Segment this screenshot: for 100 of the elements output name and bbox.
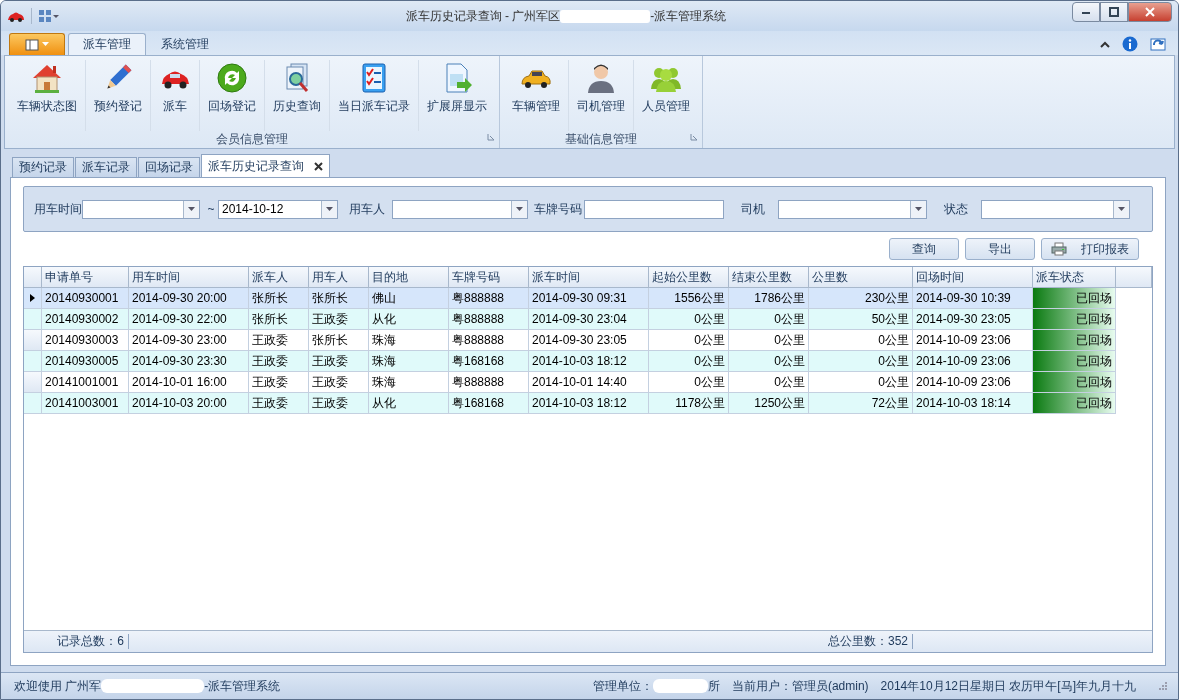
table-cell: 王政委	[249, 351, 309, 372]
column-header[interactable]: 目的地	[369, 267, 449, 288]
ribbon-tab[interactable]: 系统管理	[146, 33, 224, 55]
book-icon	[25, 38, 39, 51]
column-header[interactable]: 公里数	[809, 267, 913, 288]
combo-box[interactable]: 2014-10-12	[218, 199, 338, 219]
table-cell: 粤888888	[449, 309, 529, 330]
table-cell: 2014-09-30 10:39	[913, 288, 1033, 309]
ribbon-button[interactable]: 回场登记	[200, 60, 265, 131]
status-text: 2014年10月12日星期日 农历甲午[马]年九月十九	[880, 677, 1136, 695]
range-separator: ~	[206, 202, 216, 216]
ribbon-tab[interactable]: 派车管理	[68, 33, 146, 55]
close-icon	[1145, 7, 1155, 17]
column-header[interactable]: 用车人	[309, 267, 369, 288]
person-icon	[585, 62, 617, 94]
field-label: 状态	[943, 200, 969, 218]
dialog-launcher-icon[interactable]	[690, 133, 698, 141]
header-filler	[1116, 267, 1152, 288]
column-header[interactable]: 用车时间	[129, 267, 249, 288]
column-header[interactable]: 派车状态	[1033, 267, 1116, 288]
ribbon-button[interactable]: 扩展屏显示	[419, 60, 495, 131]
ribbon-button[interactable]: 预约登记	[86, 60, 151, 131]
house-icon	[31, 62, 63, 94]
column-header[interactable]: 结束公里数	[729, 267, 809, 288]
text-field[interactable]	[584, 199, 724, 219]
maximize-button[interactable]	[1100, 2, 1128, 22]
table-cell: 72公里	[809, 393, 913, 414]
table-cell: 0公里	[809, 351, 913, 372]
status-text: 当前用户：管理员(admin)	[731, 677, 869, 695]
table-cell: 张所长	[249, 288, 309, 309]
action-button[interactable]: 查询	[889, 238, 959, 260]
document-tab[interactable]: 回场记录	[138, 157, 200, 177]
dropdown-icon[interactable]	[1118, 207, 1125, 211]
table-cell: 2014-10-03 20:00	[129, 393, 249, 414]
table-cell: 1178公里	[649, 393, 729, 414]
action-button[interactable]: 导出	[965, 238, 1035, 260]
dropdown-icon[interactable]	[915, 207, 922, 211]
table-cell: 王政委	[309, 393, 369, 414]
field-label: 用车时间	[34, 200, 82, 218]
row-pointer-icon	[30, 294, 35, 302]
table-cell: 0公里	[649, 309, 729, 330]
ribbon-button[interactable]: 当日派车记录	[330, 60, 419, 131]
table-cell: 王政委	[309, 309, 369, 330]
dropdown-icon[interactable]	[188, 207, 195, 211]
dialog-launcher-icon[interactable]	[487, 133, 495, 141]
resize-grip-icon	[1158, 681, 1168, 691]
dropdown-icon[interactable]	[326, 207, 333, 211]
close-button[interactable]	[1128, 2, 1172, 22]
table-cell: 张所长	[309, 288, 369, 309]
table-cell: 珠海	[369, 351, 449, 372]
collapse-icon[interactable]	[1100, 40, 1110, 48]
column-header[interactable]: 车牌号码	[449, 267, 529, 288]
total-distance: 总公里数：352	[129, 634, 913, 649]
refresh-icon[interactable]	[1150, 36, 1166, 52]
status-text: 管理单位：	[592, 677, 653, 695]
dropdown-icon[interactable]	[516, 207, 523, 211]
table-cell: 1250公里	[729, 393, 809, 414]
group-label: 基础信息管理	[564, 131, 638, 148]
app-menu-button[interactable]	[9, 33, 65, 55]
table-cell: 2014-09-30 23:05	[913, 309, 1033, 330]
row-header[interactable]	[24, 288, 42, 309]
layout-icon[interactable]	[38, 9, 52, 23]
column-header[interactable]: 回场时间	[913, 267, 1033, 288]
print-button[interactable]: 打印报表	[1041, 238, 1139, 260]
document-tab[interactable]: 派车历史记录查询	[201, 154, 330, 177]
table-cell: 从化	[369, 393, 449, 414]
table-cell: 2014-10-03 18:12	[529, 393, 649, 414]
ribbon-button[interactable]: 车辆状态图	[9, 60, 86, 131]
column-header[interactable]: 起始公里数	[649, 267, 729, 288]
window-title: 派车历史记录查询 - 广州军区	[405, 7, 561, 25]
table-cell: 50公里	[809, 309, 913, 330]
ribbon-button[interactable]: 历史查询	[265, 60, 330, 131]
column-header[interactable]: 申请单号	[42, 267, 129, 288]
minimize-button[interactable]	[1072, 2, 1100, 22]
column-header[interactable]: 派车时间	[529, 267, 649, 288]
caret-icon[interactable]	[52, 12, 60, 20]
table-cell: 20140930001	[42, 288, 129, 309]
column-header[interactable]: 派车人	[249, 267, 309, 288]
table-cell: 王政委	[249, 393, 309, 414]
field-label: 司机	[740, 200, 766, 218]
info-icon[interactable]	[1122, 36, 1138, 52]
close-icon[interactable]	[314, 161, 323, 171]
table-cell: 0公里	[729, 309, 809, 330]
group-label: 会员信息管理	[215, 131, 289, 148]
document-tab[interactable]: 派车记录	[75, 157, 137, 177]
ribbon-button[interactable]: 人员管理	[634, 60, 698, 131]
document-tab[interactable]: 预约记录	[12, 157, 74, 177]
ribbon-button[interactable]: 车辆管理	[504, 60, 569, 131]
table-cell: 粤168168	[449, 351, 529, 372]
table-cell: 王政委	[309, 351, 369, 372]
table-cell: 2014-09-30 23:04	[529, 309, 649, 330]
ribbon-button[interactable]: 司机管理	[569, 60, 634, 131]
redaction-box	[652, 679, 708, 693]
table-cell: 粤888888	[449, 288, 529, 309]
ribbon-button[interactable]: 派车	[151, 60, 200, 131]
table-cell: 2014-09-30 09:31	[529, 288, 649, 309]
status-text: 所	[707, 677, 720, 695]
header-corner	[24, 267, 42, 288]
table-cell: 1556公里	[649, 288, 729, 309]
table-cell: 佛山	[369, 288, 449, 309]
